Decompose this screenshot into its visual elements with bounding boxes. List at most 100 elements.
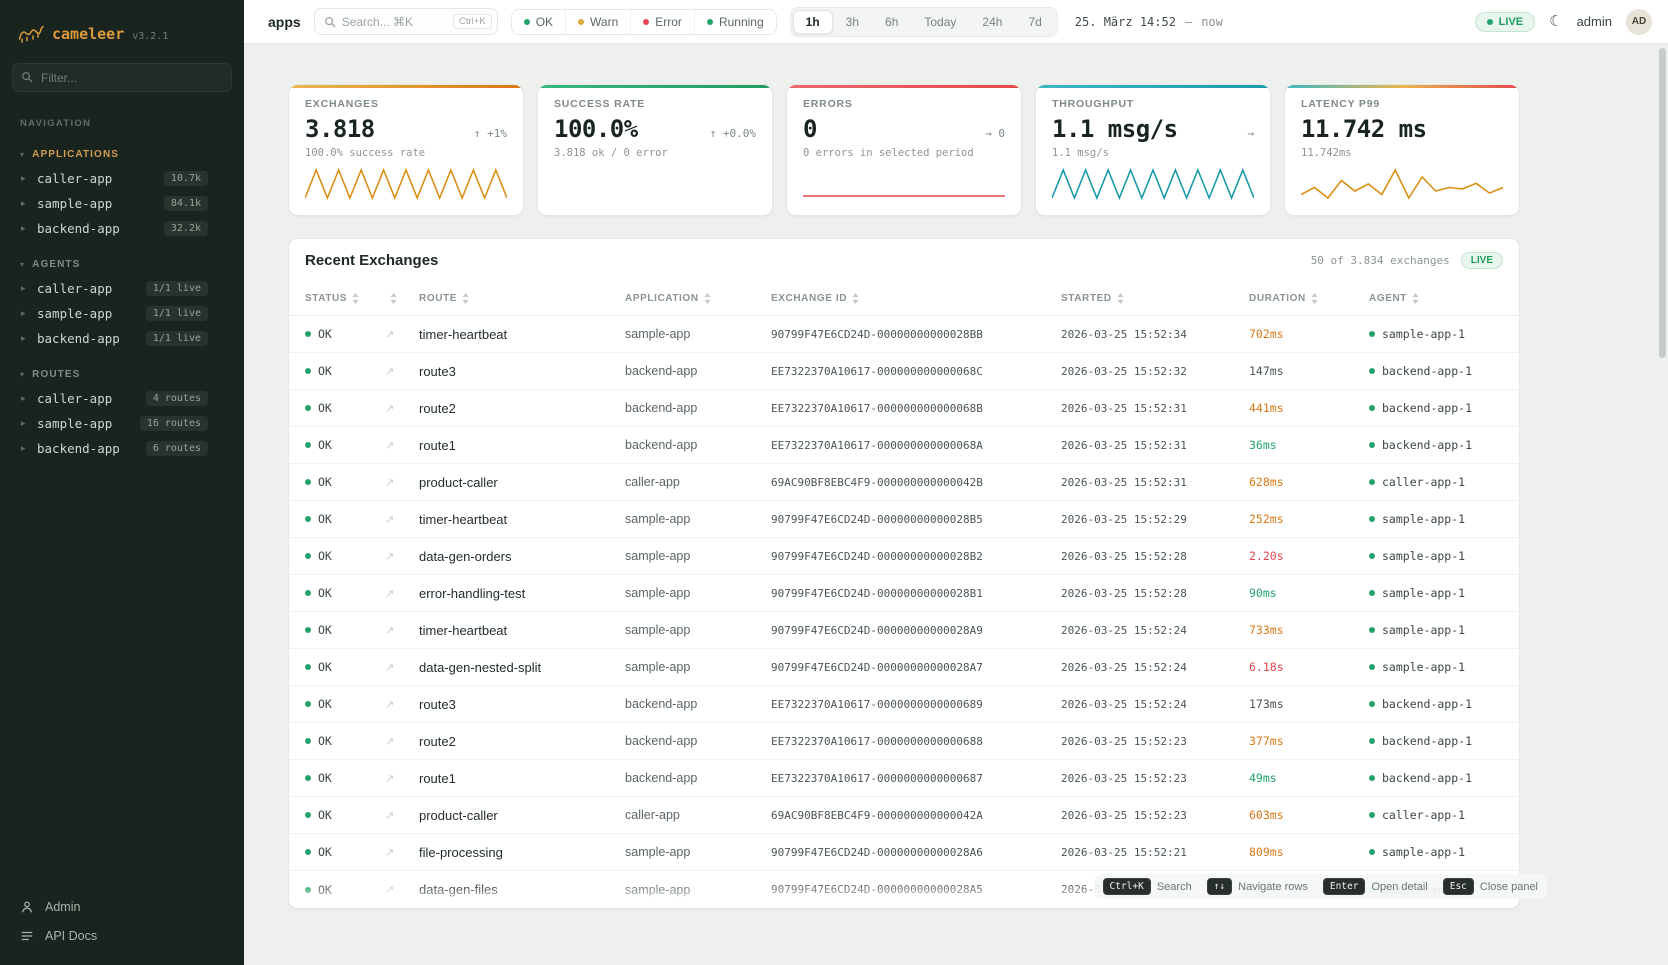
panel-header: Recent Exchanges 50 of 3.834 exchanges L…: [289, 239, 1519, 282]
range-7d[interactable]: 7d: [1015, 10, 1054, 34]
open-row-icon[interactable]: ↗: [385, 587, 419, 600]
open-row-icon[interactable]: ↗: [385, 476, 419, 489]
duration-cell: 441ms: [1249, 401, 1369, 415]
open-row-icon[interactable]: ↗: [385, 402, 419, 415]
column-header-route[interactable]: ROUTE: [419, 293, 625, 304]
filter-chip-error[interactable]: Error: [630, 10, 694, 34]
dark-mode-toggle[interactable]: ☾: [1549, 14, 1562, 29]
sidebar-section-header-applications[interactable]: ▾APPLICATIONS: [0, 145, 244, 166]
open-row-icon[interactable]: ↗: [385, 883, 419, 896]
range-6h[interactable]: 6h: [872, 10, 911, 34]
table-row[interactable]: OK↗data-gen-nested-splitsample-app90799F…: [289, 649, 1519, 686]
filter-chip-running[interactable]: Running: [694, 10, 776, 34]
chevron-right-icon: ▸: [21, 173, 28, 184]
sidebar-item-caller-app[interactable]: ▸caller-app4 routes: [0, 386, 244, 411]
date-range-value: 25. März 14:52: [1075, 15, 1176, 29]
sidebar-section-header-agents[interactable]: ▾AGENTS: [0, 255, 244, 276]
open-row-icon[interactable]: ↗: [385, 513, 419, 526]
open-row-icon[interactable]: ↗: [385, 328, 419, 341]
column-header-application[interactable]: APPLICATION: [625, 293, 771, 304]
table-row[interactable]: OK↗route1backend-appEE7322370A10617-0000…: [289, 760, 1519, 797]
sidebar-section-header-routes[interactable]: ▾ROUTES: [0, 365, 244, 386]
column-header-duration[interactable]: DURATION: [1249, 293, 1369, 304]
ok-status-dot-icon: [305, 479, 311, 485]
table-live-indicator[interactable]: LIVE: [1461, 252, 1503, 269]
sidebar-item-sample-app[interactable]: ▸sample-app84.1k: [0, 191, 244, 216]
range-1h[interactable]: 1h: [793, 10, 833, 34]
stat-subtext: 100.0% success rate: [305, 147, 507, 159]
chevron-right-icon: ▸: [21, 418, 28, 429]
username: admin: [1577, 14, 1612, 29]
duration-cell: 702ms: [1249, 327, 1369, 341]
open-row-icon[interactable]: ↗: [385, 439, 419, 452]
search-input[interactable]: [342, 15, 447, 29]
stat-title: ERRORS: [803, 98, 1005, 110]
hint-key: ↑↓: [1207, 878, 1232, 895]
table-row[interactable]: OK↗timer-heartbeatsample-app90799F47E6CD…: [289, 316, 1519, 353]
table-row[interactable]: OK↗error-handling-testsample-app90799F47…: [289, 575, 1519, 612]
open-row-icon[interactable]: ↗: [385, 735, 419, 748]
filter-input[interactable]: [12, 63, 232, 92]
sidebar-item-caller-app[interactable]: ▸caller-app10.7k: [0, 166, 244, 191]
column-header-agent[interactable]: AGENT: [1369, 293, 1503, 304]
avatar[interactable]: AD: [1626, 9, 1652, 35]
sidebar-item-sample-app[interactable]: ▸sample-app16 routes: [0, 411, 244, 436]
filter-chip-ok[interactable]: OK: [512, 10, 565, 34]
filter-chip-warn[interactable]: Warn: [565, 10, 630, 34]
open-row-icon[interactable]: ↗: [385, 550, 419, 563]
status-label: OK: [318, 512, 332, 526]
sidebar-footer-label: API Docs: [45, 929, 97, 943]
open-row-icon[interactable]: ↗: [385, 846, 419, 859]
agent-status-dot-icon: [1369, 405, 1375, 411]
breadcrumb-apps[interactable]: apps: [268, 14, 301, 30]
table-row[interactable]: OK↗product-callercaller-app69AC90BF8EBC4…: [289, 797, 1519, 834]
exchange-id-cell: 90799F47E6CD24D-00000000000028A5: [771, 883, 1061, 896]
sidebar-item-admin[interactable]: Admin: [20, 900, 224, 914]
table-row[interactable]: OK↗product-callercaller-app69AC90BF8EBC4…: [289, 464, 1519, 501]
open-row-icon[interactable]: ↗: [385, 624, 419, 637]
table-row[interactable]: OK↗route3backend-appEE7322370A10617-0000…: [289, 686, 1519, 723]
sidebar-item-backend-app[interactable]: ▸backend-app1/1 live: [0, 326, 244, 351]
range-3h[interactable]: 3h: [833, 10, 872, 34]
route-cell: route3: [419, 364, 625, 379]
open-row-icon[interactable]: ↗: [385, 809, 419, 822]
table-header: STATUS ROUTEAPPLICATIONEXCHANGE IDSTARTED…: [289, 282, 1519, 316]
range-24h[interactable]: 24h: [969, 10, 1015, 34]
live-indicator[interactable]: LIVE: [1475, 12, 1535, 32]
sort-icon: [1117, 293, 1124, 304]
open-row-icon[interactable]: ↗: [385, 772, 419, 785]
table-row[interactable]: OK↗route3backend-appEE7322370A10617-0000…: [289, 353, 1519, 390]
sidebar-item-caller-app[interactable]: ▸caller-app1/1 live: [0, 276, 244, 301]
sidebar-section-agents: ▾AGENTS▸caller-app1/1 live▸sample-app1/1…: [0, 255, 244, 351]
agent-label: sample-app-1: [1382, 549, 1465, 563]
table-row[interactable]: OK↗route1backend-appEE7322370A10617-0000…: [289, 427, 1519, 464]
sidebar-item-sample-app[interactable]: ▸sample-app1/1 live: [0, 301, 244, 326]
column-header-exchange-id[interactable]: EXCHANGE ID: [771, 293, 1061, 304]
sidebar-item-backend-app[interactable]: ▸backend-app6 routes: [0, 436, 244, 461]
agent-label: sample-app-1: [1382, 660, 1465, 674]
column-header-started[interactable]: STARTED: [1061, 293, 1249, 304]
sparkline: [1052, 165, 1254, 203]
application-cell: sample-app: [625, 327, 771, 341]
sidebar-item-api-docs[interactable]: API Docs: [20, 929, 224, 943]
open-row-icon[interactable]: ↗: [385, 698, 419, 711]
table-row[interactable]: OK↗timer-heartbeatsample-app90799F47E6CD…: [289, 612, 1519, 649]
status-label: OK: [318, 475, 332, 489]
table-row[interactable]: OK↗data-gen-orderssample-app90799F47E6CD…: [289, 538, 1519, 575]
scrollbar-thumb[interactable]: [1659, 48, 1666, 358]
table-row[interactable]: OK↗route2backend-appEE7322370A10617-0000…: [289, 390, 1519, 427]
table-row[interactable]: OK↗route2backend-appEE7322370A10617-0000…: [289, 723, 1519, 760]
agent-status-dot-icon: [1369, 664, 1375, 670]
column-header-status[interactable]: STATUS: [305, 293, 385, 304]
table-row[interactable]: OK↗file-processingsample-app90799F47E6CD…: [289, 834, 1519, 871]
sidebar-item-backend-app[interactable]: ▸backend-app32.2k: [0, 216, 244, 241]
table-row[interactable]: OK↗timer-heartbeatsample-app90799F47E6CD…: [289, 501, 1519, 538]
open-row-icon[interactable]: ↗: [385, 661, 419, 674]
range-today[interactable]: Today: [911, 10, 969, 34]
live-dot-icon: [1487, 19, 1493, 25]
open-row-icon[interactable]: ↗: [385, 365, 419, 378]
stat-subtext: 3.818 ok / 0 error: [554, 147, 756, 159]
column-header-open[interactable]: [385, 293, 419, 304]
stat-value: 3.818: [305, 115, 375, 143]
route-cell: data-gen-orders: [419, 549, 625, 564]
